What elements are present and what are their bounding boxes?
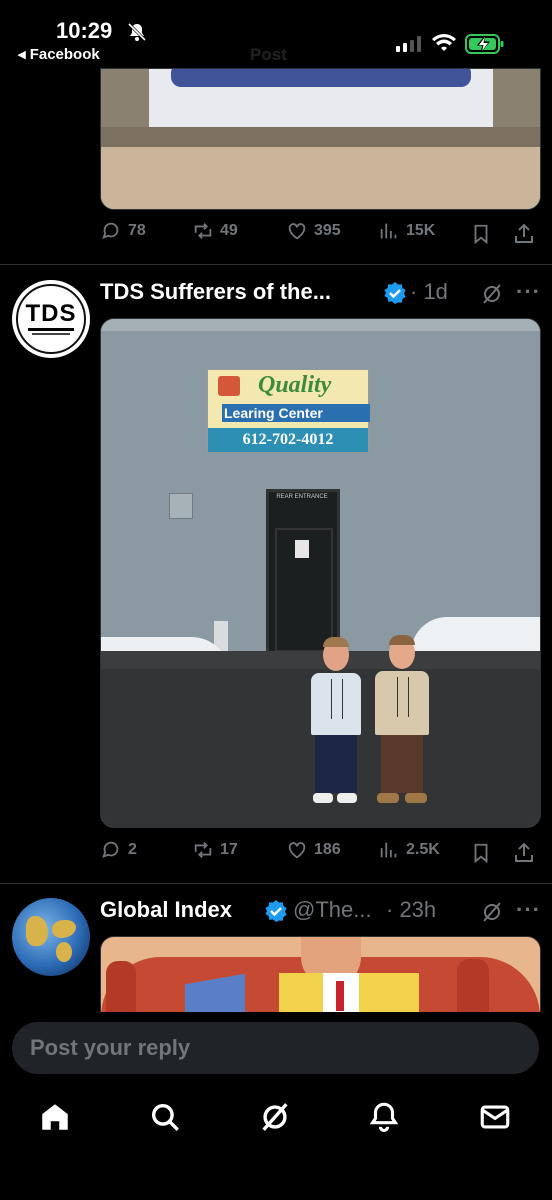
views-icon xyxy=(380,842,397,858)
heart-icon xyxy=(288,842,306,859)
grok-icon[interactable] xyxy=(480,282,504,306)
post3-handle: @The... xyxy=(293,897,372,922)
views-action[interactable]: 2.5K xyxy=(378,839,440,861)
views-action[interactable]: 15K xyxy=(378,220,435,242)
repost-icon xyxy=(194,842,212,858)
cellular-signal-icon xyxy=(396,36,421,52)
building-door: REAR ENTRANCE xyxy=(266,489,340,657)
person-right xyxy=(371,635,433,809)
door-sign: REAR ENTRANCE xyxy=(276,494,328,500)
divider xyxy=(0,264,552,265)
post-header-title: Post xyxy=(250,45,287,64)
post3-author-name[interactable]: Global Index xyxy=(100,897,232,923)
back-to-facebook-link[interactable]: ◂ Facebook xyxy=(18,45,100,63)
heart-icon xyxy=(288,223,306,240)
repost-icon xyxy=(194,223,212,239)
verified-badge-icon xyxy=(265,900,287,922)
sign-title: Quality xyxy=(258,372,332,398)
share-icon[interactable] xyxy=(512,222,536,246)
messages-envelope-icon[interactable] xyxy=(478,1100,512,1134)
reply-count: 78 xyxy=(128,222,146,239)
bookmark-icon[interactable] xyxy=(470,223,492,245)
repost-count: 17 xyxy=(220,841,238,858)
like-count: 186 xyxy=(314,841,341,858)
repost-action[interactable]: 49 xyxy=(192,220,238,242)
bookmark-icon[interactable] xyxy=(470,842,492,864)
avatar-tds-text: TDS xyxy=(25,300,77,327)
avatar-tds[interactable]: TDS xyxy=(12,280,90,358)
views-icon xyxy=(380,223,397,239)
status-time: 10:29 xyxy=(56,18,113,43)
sign-subtitle: Learing Center xyxy=(222,404,370,422)
post2-image[interactable]: Quality Learing Center 612-702-4012 REAR… xyxy=(100,318,541,828)
like-action[interactable]: 395 xyxy=(286,220,341,242)
reply-icon xyxy=(102,841,119,858)
notifications-bell-icon[interactable] xyxy=(367,1100,401,1134)
grok-icon[interactable] xyxy=(480,900,504,924)
sign-phone: 612-702-4012 xyxy=(208,428,368,452)
bell-muted-icon xyxy=(127,22,147,42)
post1-actions: 78 49 395 15K xyxy=(100,220,540,248)
repost-action[interactable]: 17 xyxy=(192,839,238,861)
wifi-icon xyxy=(432,34,456,51)
person-left xyxy=(307,637,365,809)
views-count: 15K xyxy=(406,222,436,239)
post1-image[interactable] xyxy=(100,68,541,210)
reply-action[interactable]: 2 xyxy=(100,839,137,861)
grok-icon[interactable] xyxy=(258,1100,292,1134)
reply-input[interactable]: Post your reply xyxy=(12,1022,539,1074)
reply-count: 2 xyxy=(128,841,137,858)
share-icon[interactable] xyxy=(512,841,536,865)
more-options-icon[interactable]: ··· xyxy=(516,897,541,923)
post2-actions: 2 17 186 2.5K xyxy=(100,839,540,867)
like-count: 395 xyxy=(314,222,341,239)
divider xyxy=(0,883,552,884)
battery-charging-icon xyxy=(465,34,504,54)
post2-time: · 1d xyxy=(410,279,448,304)
more-options-icon[interactable]: ··· xyxy=(516,279,541,305)
like-action[interactable]: 186 xyxy=(286,839,341,861)
verified-badge-icon xyxy=(384,282,406,304)
repost-count: 49 xyxy=(220,222,238,239)
learning-center-sign: Quality Learing Center 612-702-4012 xyxy=(207,369,370,453)
home-icon[interactable] xyxy=(38,1100,72,1134)
views-count: 2.5K xyxy=(406,841,440,858)
status-bar: 10:29 ◂ Facebook Post xyxy=(0,0,552,70)
post2-author-name[interactable]: TDS Sufferers of the... xyxy=(100,279,331,305)
reply-icon xyxy=(102,222,119,239)
post3-time: · 23h xyxy=(386,897,437,922)
bottom-tab-bar xyxy=(0,1096,552,1144)
reply-action[interactable]: 78 xyxy=(100,220,146,242)
avatar-global-index[interactable] xyxy=(12,898,90,976)
search-icon[interactable] xyxy=(148,1100,182,1134)
